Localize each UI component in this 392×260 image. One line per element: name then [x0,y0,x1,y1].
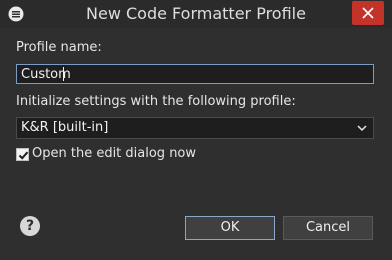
chevron-down-icon [357,125,367,132]
profile-name-label: Profile name: [16,40,102,55]
profile-name-input[interactable] [16,64,374,84]
init-profile-selected: K&R [built-in] [21,120,109,135]
open-dialog-checkbox[interactable] [16,148,29,161]
ok-button[interactable]: OK [185,216,275,240]
close-icon [362,7,374,19]
check-icon [18,151,29,160]
window-title: New Code Formatter Profile [86,4,306,23]
help-icon[interactable]: ? [20,216,40,236]
title-bar: New Code Formatter Profile [0,0,392,28]
close-button[interactable] [352,1,384,25]
cancel-button[interactable]: Cancel [283,216,373,240]
init-profile-label: Initialize settings with the following p… [16,94,296,109]
text-caret [63,67,64,81]
init-profile-select[interactable]: K&R [built-in] [16,117,374,139]
dialog-window: New Code Formatter Profile Profile name:… [0,0,392,260]
open-dialog-label[interactable]: Open the edit dialog now [32,146,196,161]
